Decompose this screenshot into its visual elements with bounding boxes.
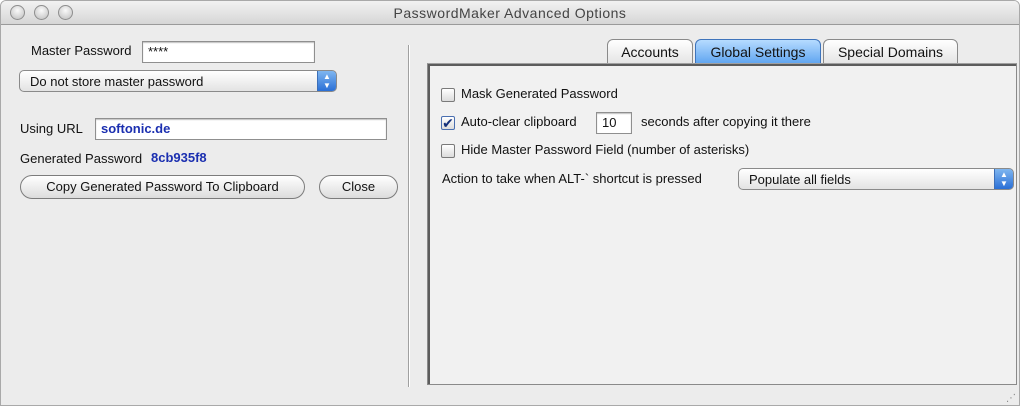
popup-arrows-icon: ▲ ▼ xyxy=(317,71,336,91)
hide-master-checkbox[interactable] xyxy=(441,144,455,158)
store-password-select-value: Do not store master password xyxy=(30,74,204,89)
resize-grip-icon[interactable]: ⋰ xyxy=(1006,393,1016,404)
shortcut-action-label: Action to take when ALT-` shortcut is pr… xyxy=(442,171,702,186)
generated-password-label: Generated Password xyxy=(20,151,143,166)
shortcut-action-select[interactable]: Populate all fields ▲ ▼ xyxy=(738,168,1014,190)
master-password-label: Master Password xyxy=(31,43,132,58)
options-window: PasswordMaker Advanced Options Master Pa… xyxy=(0,0,1020,406)
copy-password-button[interactable]: Copy Generated Password To Clipboard xyxy=(20,175,305,199)
mask-password-checkbox[interactable] xyxy=(441,88,455,102)
generated-password-value: 8cb935f8 xyxy=(151,150,207,165)
tab-accounts[interactable]: Accounts xyxy=(607,39,693,65)
panel-divider xyxy=(408,45,410,387)
title-bar[interactable]: PasswordMaker Advanced Options xyxy=(1,1,1019,25)
store-password-select[interactable]: Do not store master password ▲ ▼ xyxy=(19,70,337,92)
hide-master-label: Hide Master Password Field (number of as… xyxy=(461,142,750,157)
autoclear-checkbox[interactable]: ✔ xyxy=(441,116,455,130)
popup-arrows-icon: ▲ ▼ xyxy=(994,169,1013,189)
autoclear-label: Auto-clear clipboard xyxy=(461,114,577,129)
global-settings-pane: Mask Generated Password ✔ Auto-clear cli… xyxy=(427,63,1017,385)
window-content: Master Password **** Do not store master… xyxy=(1,25,1019,405)
shortcut-action-select-value: Populate all fields xyxy=(749,172,851,187)
close-button[interactable]: Close xyxy=(319,175,398,199)
using-url-label: Using URL xyxy=(20,121,83,136)
tab-global-settings[interactable]: Global Settings xyxy=(695,39,821,65)
tab-special-domains[interactable]: Special Domains xyxy=(823,39,958,65)
using-url-field[interactable]: softonic.de xyxy=(95,118,387,140)
mask-password-label: Mask Generated Password xyxy=(461,86,618,101)
master-password-field[interactable]: **** xyxy=(142,41,315,63)
autoclear-seconds-field[interactable]: 10 xyxy=(596,112,632,134)
checkmark-icon: ✔ xyxy=(442,115,454,131)
autoclear-suffix-label: seconds after copying it there xyxy=(641,114,811,129)
window-title: PasswordMaker Advanced Options xyxy=(393,5,627,21)
